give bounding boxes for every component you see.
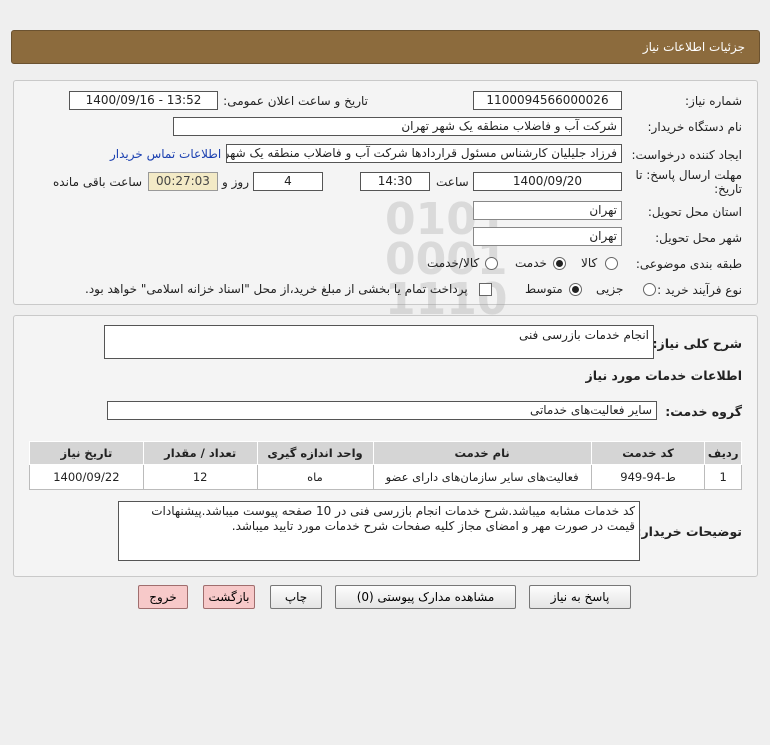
remaining-time-field: 00:27:03	[148, 172, 218, 191]
process-radio-medium[interactable]	[569, 283, 582, 296]
col-header-qty: تعداد / مقدار	[142, 441, 258, 465]
category-radio-service[interactable]	[553, 257, 566, 270]
buyer-org-label: نام دستگاه خریدار:	[647, 120, 743, 134]
deadline-time-label: ساعت	[436, 175, 469, 189]
services-table: ردیف کد خدمت نام خدمت واحد اندازه گیری ت…	[29, 441, 742, 490]
deadline-date-field: 1400/09/20	[473, 172, 622, 191]
service-group-label: گروه خدمت:	[665, 404, 742, 419]
cell-code: ط-94-949	[590, 464, 706, 490]
need-number-field: 1100094566000026	[473, 91, 622, 110]
province-label: استان محل تحویل:	[647, 205, 742, 219]
buyer-notes-label: توضیحات خریدار:	[636, 524, 742, 539]
category-label: طبقه بندی موضوعی:	[635, 257, 742, 271]
announce-field: 1400/09/16 - 13:52	[69, 91, 218, 110]
view-documents-button[interactable]: مشاهده مدارک پیوستی (0)	[335, 585, 516, 609]
buyer-org-field: شرکت آب و فاضلاب منطقه یک شهر تهران	[173, 117, 622, 136]
col-header-code: کد خدمت	[590, 441, 706, 465]
requester-field: فرزاد جلیلیان کارشناس مسئول قراردادها شر…	[226, 144, 622, 163]
exit-button[interactable]: خروج	[138, 585, 188, 609]
general-desc-label: شرح کلی نیاز:	[652, 336, 742, 351]
treasury-payment-checkbox[interactable]	[479, 283, 492, 296]
process-medium-label: متوسط	[525, 282, 563, 296]
table-row: 1 ط-94-949 فعالیت‌های سایر سازمان‌های دا…	[29, 464, 742, 490]
deadline-time-field: 14:30	[360, 172, 430, 191]
process-minor-label: جزیی	[596, 282, 624, 296]
need-number-label: شماره نیاز:	[685, 94, 742, 108]
category-radio-goods-service[interactable]	[485, 257, 498, 270]
service-group-field: سایر فعالیت‌های خدماتی	[107, 401, 657, 420]
cell-unit: ماه	[256, 464, 374, 490]
days-field: 4	[253, 172, 323, 191]
general-desc-field: انجام خدمات بازرسی فنی	[104, 325, 654, 359]
category-goods-service-label: کالا/خدمت	[427, 256, 480, 270]
city-field: تهران	[473, 227, 622, 246]
category-goods-label: کالا	[581, 256, 598, 270]
col-header-unit: واحد اندازه گیری	[256, 441, 374, 465]
category-service-label: خدمت	[515, 256, 547, 270]
announce-label: تاریخ و ساعت اعلان عمومی:	[223, 94, 368, 108]
cell-name: فعالیت‌های سایر سازمان‌های دارای عضو	[372, 464, 592, 490]
col-header-date: تاریخ نیاز	[29, 441, 144, 465]
col-header-row: ردیف	[704, 441, 742, 465]
process-label: نوع فرآیند خرید :	[657, 283, 742, 297]
contact-buyer-link[interactable]: اطلاعات تماس خریدار	[110, 147, 221, 161]
deadline-label: مهلت ارسال پاسخ: تا تاریخ:	[635, 168, 742, 196]
remaining-label: ساعت باقی مانده	[53, 175, 143, 189]
reply-button[interactable]: پاسخ به نیاز	[529, 585, 631, 609]
page-title: جزئیات اطلاعات نیاز	[642, 40, 745, 54]
days-label: روز و	[222, 175, 249, 189]
page-header: جزئیات اطلاعات نیاز	[11, 30, 760, 64]
services-heading: اطلاعات خدمات مورد نیاز	[585, 368, 743, 383]
buyer-notes-field: کد خدمات مشابه میباشد.شرح خدمات انجام با…	[118, 501, 640, 561]
process-radio-minor[interactable]	[643, 283, 656, 296]
cell-row: 1	[704, 464, 742, 490]
category-radio-goods[interactable]	[605, 257, 618, 270]
city-label: شهر محل تحویل:	[655, 231, 742, 245]
payment-note: پرداخت تمام یا بخشی از مبلغ خرید،از محل …	[85, 282, 468, 296]
cell-date: 1400/09/22	[29, 464, 144, 490]
col-header-name: نام خدمت	[372, 441, 592, 465]
print-button[interactable]: چاپ	[270, 585, 322, 609]
province-field: تهران	[473, 201, 622, 220]
back-button[interactable]: بازگشت	[203, 585, 255, 609]
requester-label: ایجاد کننده درخواست:	[631, 148, 742, 162]
cell-qty: 12	[142, 464, 258, 490]
